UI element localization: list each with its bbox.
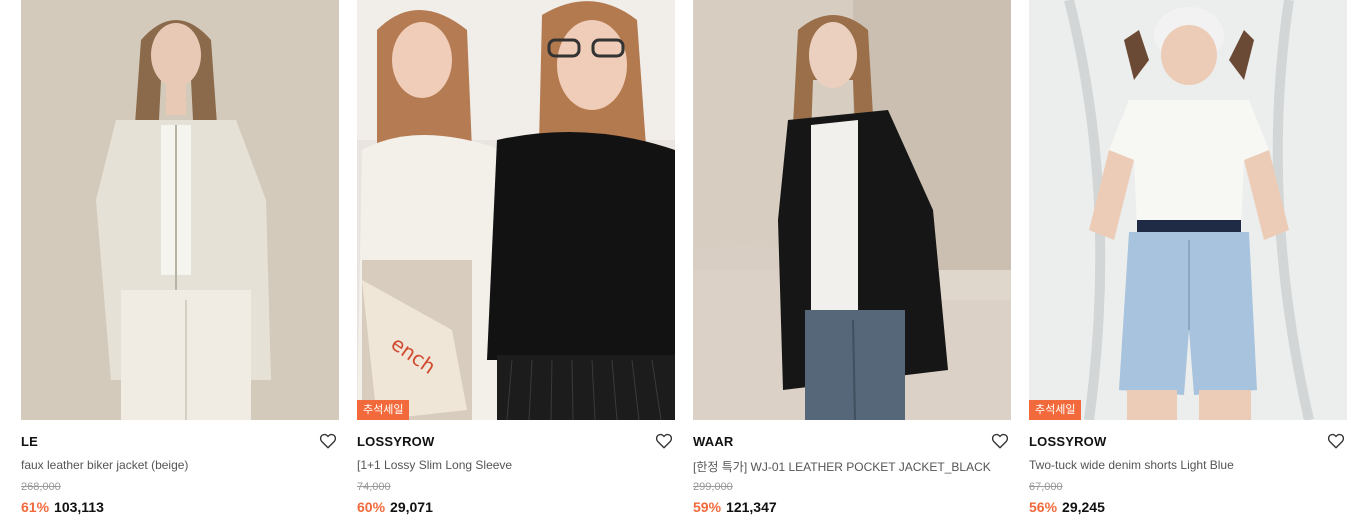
discount-rate: 59% <box>693 499 722 515</box>
product-brand[interactable]: LOSSYROW <box>357 434 675 450</box>
product-brand[interactable]: LE <box>21 434 339 450</box>
price-row: 60% 29,071 <box>357 499 675 515</box>
product-image[interactable] <box>21 0 339 420</box>
sale-price: 103,113 <box>54 499 104 515</box>
original-price: 268,000 <box>21 481 61 493</box>
product-image[interactable] <box>693 0 1011 420</box>
sale-badge: 추석세일 <box>357 400 410 420</box>
sale-price: 29,245 <box>1062 499 1105 515</box>
product-name[interactable]: Two-tuck wide denim shorts Light Blue <box>1029 458 1347 476</box>
product-image[interactable]: 추석세일 <box>1029 0 1347 420</box>
sale-price: 29,071 <box>390 499 433 515</box>
product-brand[interactable]: LOSSYROW <box>1029 434 1347 450</box>
product-card[interactable]: LE faux leather biker jacket (beige) 268… <box>21 0 339 515</box>
discount-rate: 56% <box>1029 499 1058 515</box>
sale-price: 121,347 <box>726 499 777 515</box>
original-price: 299,000 <box>693 481 733 493</box>
price-row: 59% 121,347 <box>693 499 1011 515</box>
product-grid: LE faux leather biker jacket (beige) 268… <box>0 0 1351 522</box>
discount-rate: 61% <box>21 499 50 515</box>
product-card[interactable]: 추석세일 LOSSYROW Two-tuck wide denim shorts… <box>1029 0 1347 515</box>
product-name[interactable]: [한정 특가] WJ-01 LEATHER POCKET JACKET_BLAC… <box>693 458 1011 476</box>
heart-outline-icon[interactable] <box>1327 432 1345 450</box>
heart-outline-icon[interactable] <box>655 432 673 450</box>
original-price: 67,000 <box>1029 481 1063 493</box>
heart-outline-icon[interactable] <box>991 432 1009 450</box>
product-card[interactable]: ench 추석세일 LOSSYROW [1+1 Lossy Slim Long … <box>357 0 675 515</box>
product-brand[interactable]: WAAR <box>693 434 1011 450</box>
product-image[interactable]: ench 추석세일 <box>357 0 675 420</box>
discount-rate: 60% <box>357 499 386 515</box>
original-price: 74,000 <box>357 481 391 493</box>
price-row: 56% 29,245 <box>1029 499 1347 515</box>
sale-badge: 추석세일 <box>1029 400 1082 420</box>
product-card[interactable]: WAAR [한정 특가] WJ-01 LEATHER POCKET JACKET… <box>693 0 1011 515</box>
price-row: 61% 103,113 <box>21 499 339 515</box>
product-name[interactable]: [1+1 Lossy Slim Long Sleeve <box>357 458 675 476</box>
product-name[interactable]: faux leather biker jacket (beige) <box>21 458 339 476</box>
heart-outline-icon[interactable] <box>319 432 337 450</box>
